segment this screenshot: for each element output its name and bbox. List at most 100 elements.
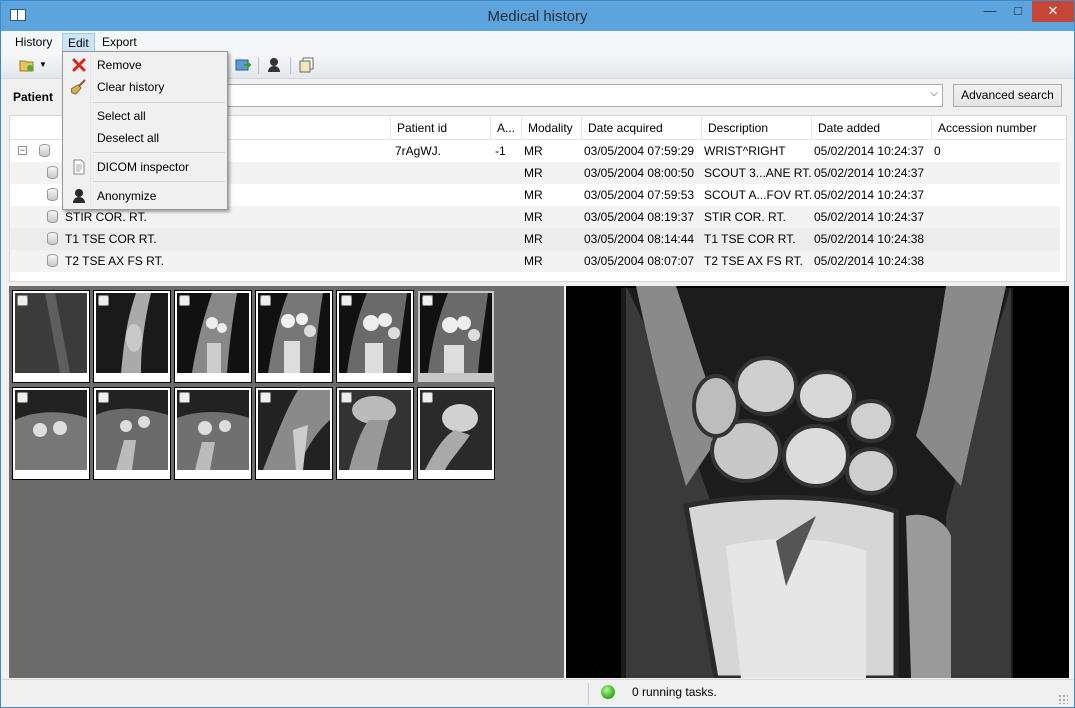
menu-separator [93, 152, 225, 153]
column-age[interactable]: A... [490, 116, 520, 140]
thumbnail-checkbox[interactable] [422, 295, 433, 306]
series-thumbnail[interactable] [12, 290, 90, 383]
cell-accession: 0 [934, 144, 941, 158]
series-thumbnail[interactable] [417, 387, 495, 480]
thumbnail-checkbox[interactable] [260, 392, 271, 403]
thumbnail-checkbox[interactable] [422, 392, 433, 403]
database-icon [39, 144, 50, 157]
cell-date-acquired: 03/05/2004 07:59:29 [584, 144, 695, 158]
document-icon [73, 159, 85, 175]
series-thumbnail[interactable] [336, 387, 414, 480]
anonymize-icon[interactable] [266, 57, 282, 73]
cell-date-added: 05/02/2014 10:24:37 [814, 166, 925, 180]
chevron-down-icon[interactable]: ⌵ [930, 88, 938, 99]
menu-separator [93, 102, 225, 103]
menu-history[interactable]: History [10, 33, 57, 52]
thumbnail-checkbox[interactable] [17, 295, 28, 306]
minimize-button[interactable]: — [976, 1, 1004, 22]
cell-name: T1 TSE COR RT. [65, 232, 157, 246]
series-thumbnail[interactable] [255, 387, 333, 480]
thumbnail-checkbox[interactable] [260, 295, 271, 306]
chevron-down-icon[interactable]: ▼ [39, 60, 47, 69]
status-separator [588, 683, 589, 705]
export-image-icon[interactable] [235, 57, 251, 73]
title-bar: Medical history — □ ✕ [1, 1, 1074, 31]
menu-label: DICOM inspector [97, 160, 190, 174]
menu-label: Select all [97, 109, 146, 123]
cell-name: STIR COR. RT. [65, 210, 147, 224]
menu-label: Clear history [97, 80, 165, 94]
image-viewer[interactable] [566, 286, 1069, 678]
copy-icon[interactable] [299, 57, 315, 73]
menu-item-clear-history[interactable]: Clear history [65, 76, 225, 98]
menu-bar: History Edit Export [1, 31, 1074, 52]
resize-grip-icon[interactable] [1058, 694, 1068, 704]
database-icon [47, 166, 58, 179]
thumbnail-checkbox[interactable] [341, 392, 352, 403]
maximize-button[interactable]: □ [1004, 1, 1032, 22]
menu-label: Remove [97, 58, 142, 72]
cell-date-acquired: 03/05/2004 08:14:44 [584, 232, 695, 246]
menu-edit[interactable]: Edit [62, 33, 95, 52]
thumbnail-checkbox[interactable] [17, 392, 28, 403]
cell-description: T2 TSE AX FS RT. [704, 254, 803, 268]
database-icon [47, 232, 58, 245]
series-thumbnail[interactable] [174, 290, 252, 383]
user-silhouette-icon [73, 189, 85, 203]
cell-modality: MR [524, 144, 543, 158]
menu-item-anonymize[interactable]: Anonymize [65, 185, 225, 207]
thumbnail-panel [9, 286, 564, 678]
menu-export[interactable]: Export [97, 33, 142, 52]
series-thumbnail[interactable] [93, 290, 171, 383]
thumbnail-checkbox[interactable] [98, 295, 109, 306]
column-patient-id[interactable]: Patient id [390, 116, 489, 140]
menu-item-remove[interactable]: Remove [65, 54, 225, 76]
patient-combobox[interactable]: ⌵ [226, 84, 943, 107]
series-thumbnail[interactable] [255, 290, 333, 383]
close-button[interactable]: ✕ [1032, 1, 1074, 22]
cell-modality: MR [524, 210, 543, 224]
menu-item-deselect-all[interactable]: Deselect all [65, 127, 225, 149]
thumbnail-checkbox[interactable] [179, 295, 190, 306]
column-accession-number[interactable]: Accession number [931, 116, 1061, 140]
window-title: Medical history [487, 8, 588, 25]
cell-date-acquired: 03/05/2004 08:00:50 [584, 166, 695, 180]
table-row[interactable]: T1 TSE COR RT. MR 03/05/2004 08:14:44 T1… [10, 228, 1060, 250]
series-thumbnail[interactable] [12, 387, 90, 480]
cell-date-acquired: 03/05/2004 07:59:53 [584, 188, 695, 202]
open-folder-icon[interactable] [19, 57, 35, 73]
thumbnail-checkbox[interactable] [341, 295, 352, 306]
cell-date-added: 05/02/2014 10:24:38 [814, 232, 925, 246]
wrist-mri-image [566, 286, 1069, 678]
medical-history-window: Medical history — □ ✕ History Edit Expor… [0, 0, 1075, 708]
thumbnail-checkbox[interactable] [179, 392, 190, 403]
column-description[interactable]: Description [701, 116, 811, 140]
thumbnail-checkbox[interactable] [98, 392, 109, 403]
collapse-icon[interactable]: − [18, 146, 27, 155]
cell-name: T2 TSE AX FS RT. [65, 254, 164, 268]
cell-date-added: 05/02/2014 10:24:37 [814, 188, 925, 202]
column-date-added[interactable]: Date added [811, 116, 931, 140]
cell-description: STIR COR. RT. [704, 210, 786, 224]
cell-modality: MR [524, 188, 543, 202]
menu-label: Deselect all [97, 131, 160, 145]
cell-date-acquired: 03/05/2004 08:07:07 [584, 254, 695, 268]
table-row[interactable]: T2 TSE AX FS RT. MR 03/05/2004 08:07:07 … [10, 250, 1060, 272]
cell-modality: MR [524, 166, 543, 180]
series-thumbnail-selected[interactable] [417, 290, 495, 383]
cell-modality: MR [524, 232, 543, 246]
patient-label: Patient [13, 90, 54, 104]
series-thumbnail[interactable] [336, 290, 414, 383]
running-tasks-status: 0 running tasks. [632, 685, 717, 699]
cell-date-added: 05/02/2014 10:24:37 [814, 210, 925, 224]
cell-description: WRIST^RIGHT [704, 144, 786, 158]
advanced-search-button[interactable]: Advanced search [953, 84, 1062, 107]
column-modality[interactable]: Modality [521, 116, 581, 140]
status-led-icon [601, 685, 615, 699]
cell-date-acquired: 03/05/2004 08:19:37 [584, 210, 695, 224]
menu-item-select-all[interactable]: Select all [65, 105, 225, 127]
menu-item-dicom-inspector[interactable]: DICOM inspector [65, 156, 225, 178]
series-thumbnail[interactable] [93, 387, 171, 480]
column-date-acquired[interactable]: Date acquired [581, 116, 701, 140]
series-thumbnail[interactable] [174, 387, 252, 480]
